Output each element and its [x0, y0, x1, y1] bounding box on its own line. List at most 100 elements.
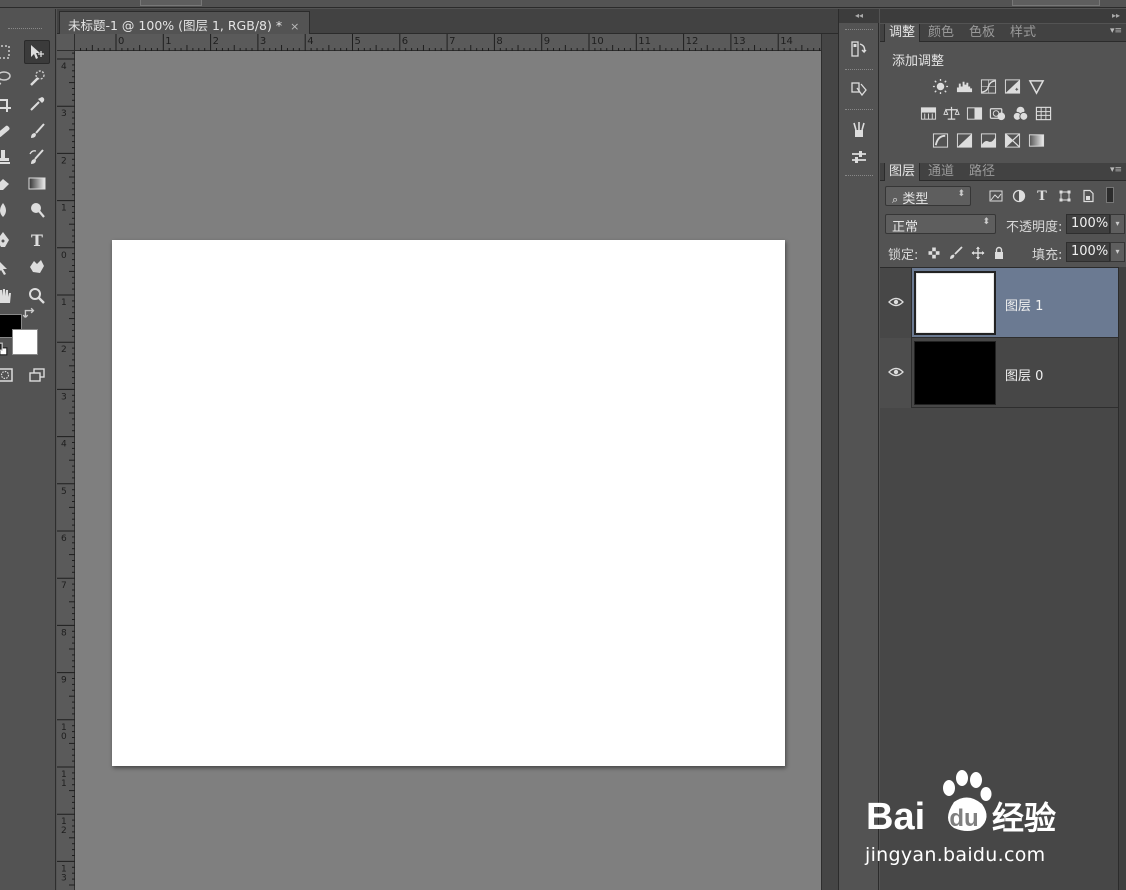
ruler-label: 2: [61, 345, 67, 355]
close-tab-icon[interactable]: ×: [290, 20, 299, 33]
eyedropper-tool-icon[interactable]: [24, 92, 50, 116]
crop-tool-icon[interactable]: [0, 92, 16, 116]
filter-pixel-layers-icon[interactable]: [988, 188, 1004, 204]
ruler-label: 2: [61, 156, 67, 166]
canvas-scrollbar[interactable]: [821, 34, 838, 890]
move-tool-icon[interactable]: [24, 40, 50, 64]
dock-collapse-icon[interactable]: ◂◂: [839, 9, 879, 23]
screen-mode-icon[interactable]: [24, 363, 50, 387]
options-preset-button[interactable]: [140, 0, 202, 6]
lasso-tool-icon[interactable]: [0, 66, 16, 90]
gradient-tool-icon[interactable]: [24, 171, 50, 195]
tool-presets-panel-icon[interactable]: [849, 147, 869, 167]
marquee-tool-icon[interactable]: [0, 40, 16, 64]
brightness-contrast-icon[interactable]: [930, 77, 950, 95]
pen-tool-icon[interactable]: [0, 228, 16, 252]
hand-tool-icon[interactable]: [0, 284, 16, 308]
filter-shape-layers-icon[interactable]: [1057, 188, 1073, 204]
tab-swatches[interactable]: 色板: [965, 24, 999, 42]
layer-name[interactable]: 图层 0: [1005, 365, 1043, 384]
photo-filter-icon[interactable]: [987, 104, 1007, 122]
healing-brush-tool-icon[interactable]: [0, 119, 16, 143]
lock-transparent-pixels-icon[interactable]: [926, 245, 942, 261]
layer-row[interactable]: 图层 1: [880, 268, 1118, 338]
clone-stamp-tool-icon[interactable]: [0, 145, 16, 169]
panel-menu-icon[interactable]: ▾≡: [1110, 165, 1122, 175]
hue-saturation-icon[interactable]: [918, 104, 938, 122]
dock-grip[interactable]: [845, 29, 873, 30]
tab-color[interactable]: 颜色: [924, 24, 958, 42]
quick-mask-mode-icon[interactable]: [0, 363, 18, 387]
ruler-origin[interactable]: [57, 34, 75, 51]
invert-icon[interactable]: [930, 131, 950, 149]
tab-styles[interactable]: 样式: [1006, 24, 1040, 42]
filter-toggle-switch[interactable]: [1106, 187, 1114, 203]
eraser-tool-icon[interactable]: [0, 171, 16, 195]
color-lookup-icon[interactable]: [1033, 104, 1053, 122]
pasteboard[interactable]: [75, 51, 821, 890]
document-tab[interactable]: 未标题-1 @ 100% (图层 1, RGB/8) * ×: [59, 11, 311, 34]
fill-input[interactable]: 100% ▾: [1066, 242, 1125, 262]
color-balance-icon[interactable]: [941, 104, 961, 122]
layer-filter-kind-select[interactable]: ⌕ 类型 ⬍: [885, 186, 971, 207]
threshold-icon[interactable]: [978, 131, 998, 149]
layer-visibility-cell[interactable]: [880, 268, 912, 338]
vertical-ruler[interactable]: 4321012345678910111213: [57, 51, 75, 890]
swap-colors-icon[interactable]: [22, 306, 38, 322]
fill-dropdown-icon[interactable]: ▾: [1110, 242, 1125, 262]
dock-grip[interactable]: [845, 69, 873, 70]
eye-icon[interactable]: [888, 295, 904, 309]
quick-selection-tool-icon[interactable]: [24, 66, 50, 90]
panel-expand-icon[interactable]: ▸▸: [880, 9, 1126, 23]
default-colors-icon[interactable]: [0, 342, 8, 356]
opacity-input[interactable]: 100% ▾: [1066, 214, 1125, 234]
layer-row[interactable]: 图层 0: [880, 338, 1118, 408]
lock-position-icon[interactable]: [970, 245, 986, 261]
path-selection-tool-icon[interactable]: [0, 255, 16, 279]
workspace-switcher[interactable]: [1012, 0, 1100, 6]
exposure-icon[interactable]: [1002, 77, 1022, 95]
horizontal-ruler[interactable]: 0 1 2 3 4 5 6 7 8 9 10 11 12 13 14: [75, 34, 821, 51]
brush-tool-icon[interactable]: [24, 119, 50, 143]
layer-name[interactable]: 图层 1: [1005, 295, 1043, 314]
layers-scrollbar[interactable]: [1118, 267, 1126, 890]
blur-tool-icon[interactable]: [0, 198, 16, 222]
filter-type-layers-icon[interactable]: T: [1034, 188, 1050, 204]
opacity-dropdown-icon[interactable]: ▾: [1110, 214, 1125, 234]
background-color-swatch[interactable]: [12, 329, 38, 355]
lock-all-icon[interactable]: [991, 245, 1007, 261]
vibrance-icon[interactable]: [1026, 77, 1046, 95]
layer-thumbnail[interactable]: [914, 341, 996, 405]
black-white-icon[interactable]: [964, 104, 984, 122]
custom-shape-tool-icon[interactable]: [24, 255, 50, 279]
properties-panel-icon[interactable]: [849, 79, 869, 99]
posterize-icon[interactable]: [954, 131, 974, 149]
tab-adjustments[interactable]: 调整: [884, 24, 921, 42]
gradient-map-icon[interactable]: [1026, 131, 1046, 149]
curves-icon[interactable]: [978, 77, 998, 95]
document-tab-bar: 未标题-1 @ 100% (图层 1, RGB/8) * ×: [57, 9, 838, 34]
history-panel-icon[interactable]: [849, 39, 869, 59]
panel-menu-icon[interactable]: ▾≡: [1110, 26, 1122, 36]
history-brush-tool-icon[interactable]: [24, 145, 50, 169]
eye-icon[interactable]: [888, 365, 904, 379]
filter-smart-objects-icon[interactable]: [1080, 188, 1096, 204]
type-tool-icon[interactable]: T: [24, 228, 50, 252]
levels-icon[interactable]: [954, 77, 974, 95]
layer-thumbnail[interactable]: [914, 271, 996, 335]
layer-visibility-cell[interactable]: [880, 338, 912, 408]
blend-mode-select[interactable]: 正常 ⬍: [885, 214, 996, 235]
dock-grip[interactable]: [845, 109, 873, 110]
filter-adjustment-layers-icon[interactable]: [1011, 188, 1027, 204]
tab-layers[interactable]: 图层: [884, 163, 921, 181]
brush-presets-panel-icon[interactable]: [849, 119, 869, 139]
channel-mixer-icon[interactable]: [1010, 104, 1030, 122]
opacity-label: 不透明度:: [1006, 220, 1063, 235]
document-canvas[interactable]: [112, 240, 785, 766]
tab-paths[interactable]: 路径: [965, 163, 999, 181]
toolbox-grip[interactable]: [8, 28, 42, 31]
dodge-tool-icon[interactable]: [24, 198, 50, 222]
tab-channels[interactable]: 通道: [924, 163, 958, 181]
selective-color-icon[interactable]: [1002, 131, 1022, 149]
lock-image-pixels-icon[interactable]: [948, 245, 964, 261]
